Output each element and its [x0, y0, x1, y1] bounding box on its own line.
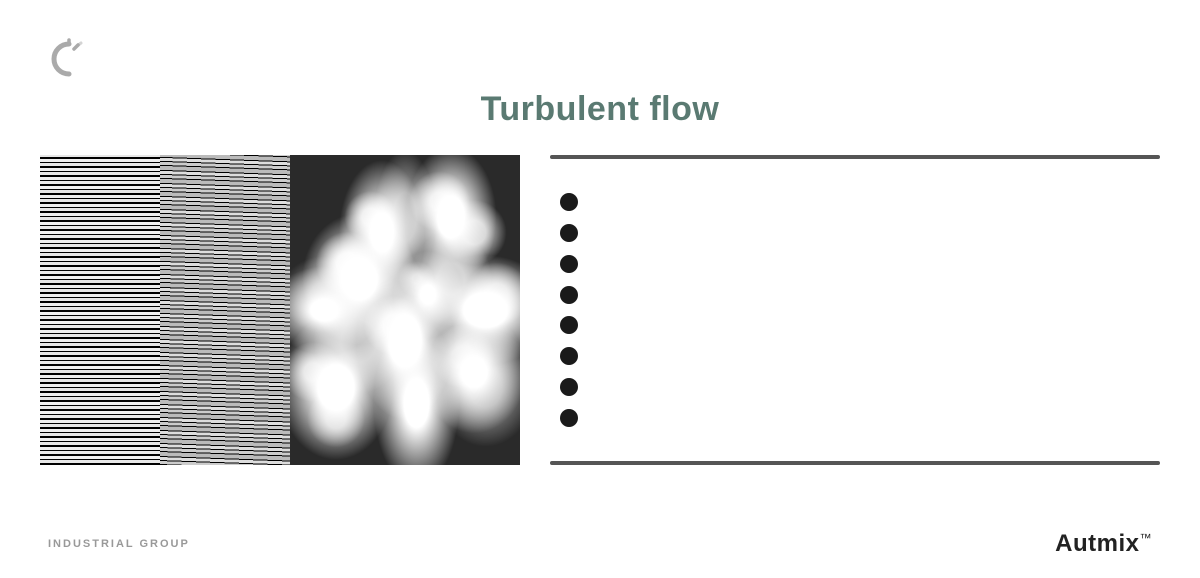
page-title: Turbulent flow [0, 90, 1200, 129]
page-container: Turbulent flow [0, 0, 1200, 578]
list-item [560, 255, 1160, 273]
list-item [560, 347, 1160, 365]
logo-area [48, 38, 90, 85]
turbulent-panel [290, 155, 520, 465]
info-section [520, 155, 1160, 465]
list-item [560, 193, 1160, 211]
laminar-stripe-panel [40, 155, 160, 465]
bullet-dot [560, 347, 578, 365]
footer-brand-name: Autmix™ [1055, 530, 1152, 558]
list-item [560, 316, 1160, 334]
list-item [560, 378, 1160, 396]
footer-company-label: INDUSTRIAL GROUP [48, 538, 190, 550]
bullet-dot [560, 286, 578, 304]
turbulent-flow-image [40, 155, 520, 465]
bullet-dot [560, 255, 578, 273]
autmix-logo-icon [48, 38, 90, 80]
content-area [40, 155, 1160, 465]
bottom-divider [550, 461, 1160, 465]
bullet-list [550, 177, 1160, 443]
bullet-dot [560, 224, 578, 242]
flow-visualization [40, 155, 520, 465]
bullet-dot [560, 409, 578, 427]
footer: INDUSTRIAL GROUP Autmix™ [0, 530, 1200, 558]
bullet-dot [560, 316, 578, 334]
list-item [560, 286, 1160, 304]
top-divider [550, 155, 1160, 159]
bullet-dot [560, 378, 578, 396]
list-item [560, 224, 1160, 242]
list-item [560, 409, 1160, 427]
transition-panel [160, 155, 290, 465]
bullet-dot [560, 193, 578, 211]
